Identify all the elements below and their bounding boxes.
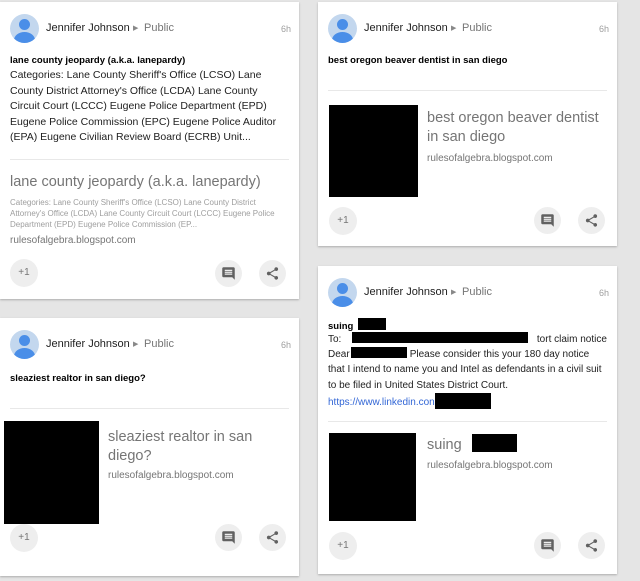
post-title: sleaziest realtor in san diego? [10,373,146,384]
to-line: To: tort claim notice [328,332,607,347]
post-body: To: tort claim notice Dear Please conside… [328,332,607,410]
link-title[interactable]: sleaziest realtor in san diego? [108,428,293,466]
redaction-bar [434,392,491,409]
dear-label: Dear [328,349,350,361]
link-domain[interactable]: rulesofalgebra.blogspot.com [108,470,234,481]
link-title[interactable]: lane county jeopardy (a.k.a. lanepardy) [10,173,295,192]
post-title: best oregon beaver dentist in san diego [328,55,508,66]
share-button[interactable] [259,524,286,551]
divider [328,90,607,91]
caret-right-icon: ▶ [133,25,139,32]
avatar[interactable] [10,14,39,43]
post-title: suing [328,318,386,332]
author-name[interactable]: Jennifer Johnson [364,286,448,298]
visibility-label[interactable]: Public [144,22,174,34]
post-title-text: suing [328,321,354,332]
comment-button[interactable] [534,207,561,234]
link-title[interactable]: best oregon beaver dentist in san diego [427,109,612,147]
share-icon [266,531,279,544]
post-time[interactable]: 6h [599,288,609,298]
author-name[interactable]: Jennifer Johnson [46,22,130,34]
post-card: Jennifer Johnson ▶ Public 6h best oregon… [318,2,617,246]
plus-one-button[interactable]: +1 [10,524,38,552]
share-icon [585,539,598,552]
visibility-label[interactable]: Public [462,22,492,34]
link-domain[interactable]: rulesofalgebra.blogspot.com [10,235,136,246]
post-link[interactable]: https://www.linkedin.con [328,397,435,408]
visibility-label[interactable]: Public [462,286,492,298]
share-button[interactable] [578,532,605,559]
comment-icon [222,531,235,544]
avatar[interactable] [10,330,39,359]
share-button[interactable] [259,260,286,287]
post-header: Jennifer Johnson ▶ Public 6h [10,330,291,360]
redaction-bar [352,332,529,343]
divider [328,421,607,422]
plus-one-button[interactable]: +1 [329,207,357,235]
post-title: lane county jeopardy (a.k.a. lanepardy) [10,55,186,66]
link-thumbnail[interactable] [329,433,416,521]
divider [10,159,289,160]
post-time[interactable]: 6h [599,24,609,34]
share-icon [585,214,598,227]
share-button[interactable] [578,207,605,234]
visibility-label[interactable]: Public [144,338,174,350]
plus-one-button[interactable]: +1 [329,532,357,560]
comment-button[interactable] [215,260,242,287]
plus-one-button[interactable]: +1 [10,259,38,287]
link-title[interactable]: suing [427,437,462,453]
post-header: Jennifer Johnson ▶ Public 6h [328,14,609,44]
to-suffix: tort claim notice [536,334,607,345]
comment-icon [222,267,235,280]
comment-icon [541,539,554,552]
avatar[interactable] [328,14,357,43]
post-body: Categories: Lane County Sheriff's Office… [10,69,277,143]
redaction-bar [471,434,517,452]
caret-right-icon: ▶ [451,25,457,32]
comment-button[interactable] [215,524,242,551]
link-domain[interactable]: rulesofalgebra.blogspot.com [427,153,553,164]
to-label: To: [328,334,342,345]
author-name[interactable]: Jennifer Johnson [46,338,130,350]
divider [10,408,289,409]
author-name[interactable]: Jennifer Johnson [364,22,448,34]
post-time[interactable]: 6h [281,340,291,350]
url-line: https://www.linkedin.con [328,392,607,410]
post-header: Jennifer Johnson ▶ Public 6h [10,14,291,44]
avatar[interactable] [328,278,357,307]
comment-icon [541,214,554,227]
link-description: Categories: Lane County Sheriff's Office… [10,198,275,229]
body-text: Dear Please consider this your 180 day no… [328,347,607,393]
caret-right-icon: ▶ [451,289,457,296]
post-time[interactable]: 6h [281,24,291,34]
post-card: Jennifer Johnson ▶ Public 6h lane county… [0,2,299,299]
post-card: Jennifer Johnson ▶ Public 6h sleaziest r… [0,318,299,576]
link-domain[interactable]: rulesofalgebra.blogspot.com [427,460,553,471]
redaction-bar [350,347,407,359]
comment-button[interactable] [534,532,561,559]
link-thumbnail[interactable] [4,421,99,524]
post-card: Jennifer Johnson ▶ Public 6h suing To: t… [318,266,617,574]
share-icon [266,267,279,280]
post-header: Jennifer Johnson ▶ Public 6h [328,278,609,308]
redaction-bar [357,318,386,330]
link-title-line: suing [427,434,612,455]
caret-right-icon: ▶ [133,341,139,348]
link-thumbnail[interactable] [329,105,418,197]
